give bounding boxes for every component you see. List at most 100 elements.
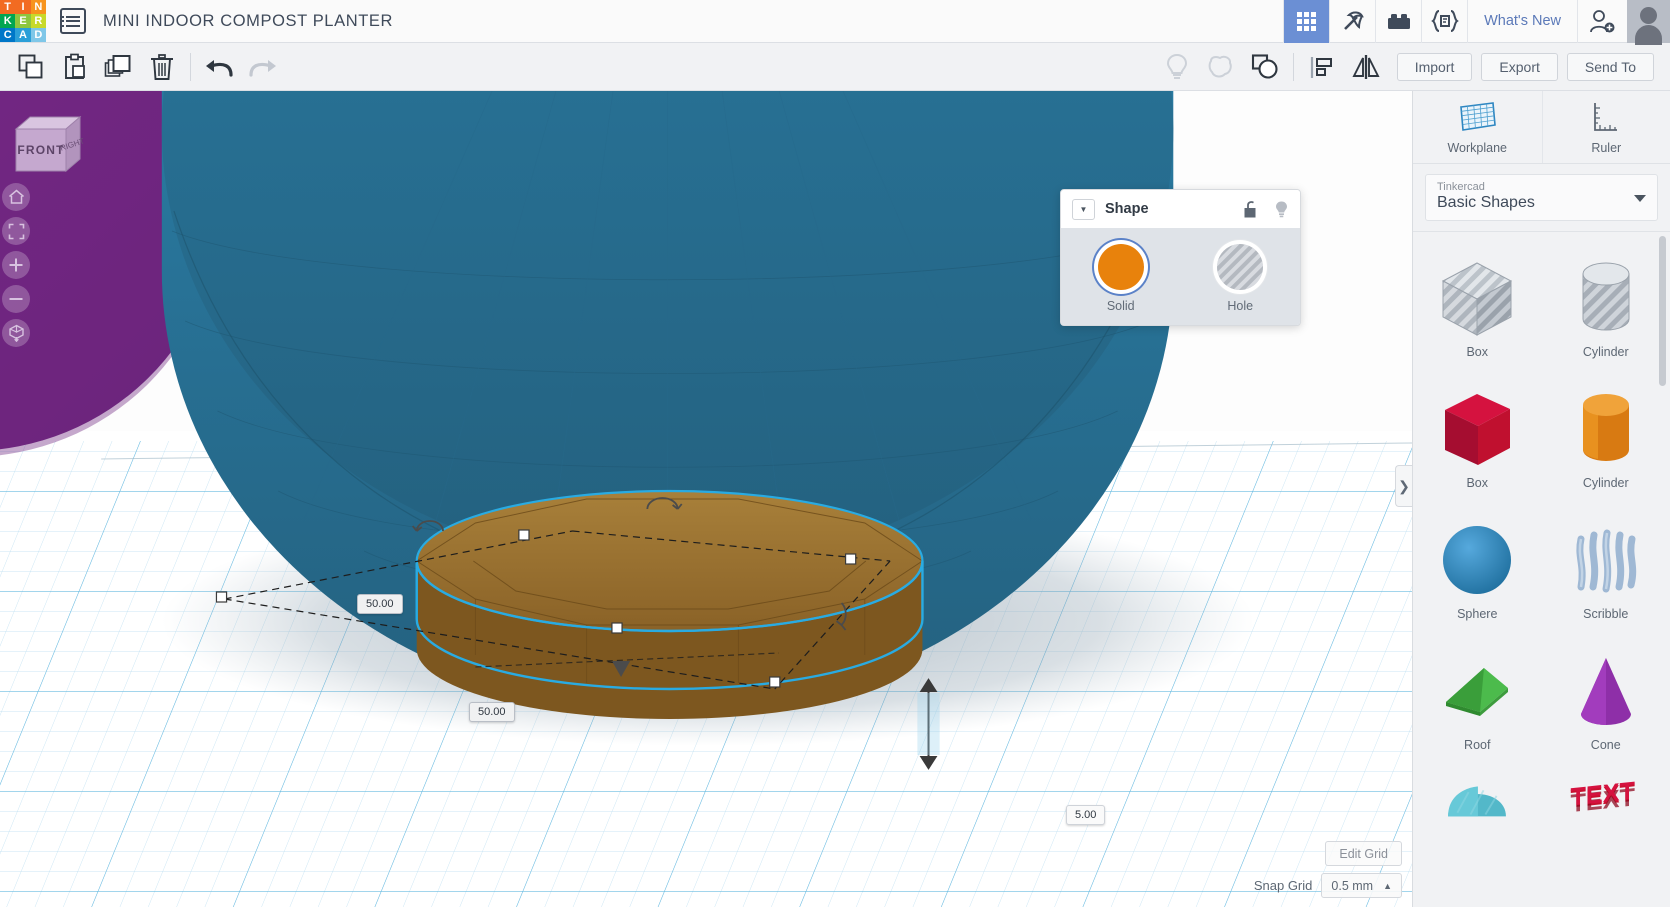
- avatar-body: [1635, 24, 1662, 45]
- view-cube[interactable]: FRONT RIGHT: [10, 111, 88, 183]
- hole-label: Hole: [1227, 299, 1254, 313]
- group-button[interactable]: [1199, 47, 1243, 87]
- delete-button[interactable]: [140, 47, 184, 87]
- design-mode-button[interactable]: [1283, 0, 1330, 43]
- ruler-tool[interactable]: Ruler: [1541, 91, 1670, 163]
- align-button[interactable]: [1300, 47, 1344, 87]
- cylinder-preview: [1582, 393, 1629, 461]
- lightbulb-icon[interactable]: [1274, 200, 1289, 219]
- shape-type-options: Solid Hole: [1061, 228, 1300, 325]
- hole-swatch: [1217, 244, 1264, 290]
- ungroup-shape-icon: [1251, 54, 1278, 79]
- wood-disc-shape: [415, 489, 924, 719]
- send-to-button[interactable]: Send To: [1566, 52, 1654, 81]
- shape-box-hole[interactable]: Box: [1413, 242, 1542, 373]
- brick-icon: [1387, 14, 1410, 29]
- dimension-width-label[interactable]: 50.00: [357, 594, 403, 614]
- shape-cylinder-hole[interactable]: Cylinder: [1542, 242, 1670, 373]
- shape-round-roof[interactable]: [1413, 766, 1542, 826]
- shape-panel-title: Shape: [1105, 201, 1149, 217]
- align-icon: [1310, 56, 1332, 78]
- mirror-button[interactable]: [1344, 47, 1388, 87]
- zoom-out-button[interactable]: [2, 285, 30, 313]
- duplicate-button[interactable]: [96, 47, 140, 87]
- shape-label: Box: [1466, 475, 1489, 490]
- solid-label: Solid: [1106, 299, 1135, 313]
- shape-cylinder[interactable]: Cylinder: [1542, 373, 1670, 504]
- hatch-pattern: [1217, 244, 1264, 290]
- shape-scribble[interactable]: Scribble: [1542, 504, 1670, 635]
- import-button[interactable]: Import: [1396, 52, 1473, 81]
- page-title: MINI INDOOR COMPOST PLANTER: [103, 11, 394, 30]
- shape-box[interactable]: Box: [1413, 373, 1542, 504]
- shape-text[interactable]: TEXT TEXT TEXT: [1542, 766, 1670, 826]
- roof-preview: [1446, 667, 1509, 716]
- cone-preview: [1580, 657, 1631, 725]
- solid-option[interactable]: Solid: [1079, 244, 1163, 313]
- app-body: FRONT RIGHT 50.00 50.00 5.00 ❯ Edit Grid…: [0, 91, 1670, 907]
- projection-toggle-button[interactable]: [2, 319, 30, 347]
- solid-swatch: [1097, 244, 1144, 290]
- tinkercad-app: T I N K E R C A D MINI INDOOR COMPOST PL…: [0, 0, 1670, 907]
- hole-option[interactable]: Hole: [1198, 244, 1282, 313]
- edit-grid-button[interactable]: Edit Grid: [1325, 841, 1402, 866]
- avatar[interactable]: [1627, 0, 1670, 45]
- tinkercad-logo[interactable]: T I N K E R C A D: [0, 0, 46, 43]
- sidebar-tools: Workplane Ruler: [1413, 91, 1670, 164]
- snap-grid-select[interactable]: 0.5 mm ▲: [1321, 873, 1402, 898]
- invite-people-button[interactable]: [1577, 0, 1627, 43]
- paste-button[interactable]: [52, 47, 96, 87]
- dimension-depth-label[interactable]: 50.00: [469, 702, 515, 722]
- shape-roof[interactable]: Roof: [1413, 635, 1542, 766]
- build-mode-button[interactable]: [1329, 0, 1375, 43]
- document-list-icon[interactable]: [60, 8, 86, 34]
- workplane-tool[interactable]: Workplane: [1413, 91, 1542, 163]
- copy-icon: [18, 54, 42, 79]
- fit-to-view-button[interactable]: [2, 217, 30, 245]
- logo-letter: K: [0, 13, 16, 29]
- bricks-mode-button[interactable]: [1375, 0, 1421, 43]
- shape-label: Cone: [1590, 737, 1621, 752]
- trash-icon: [151, 53, 173, 80]
- main-toolbar: Import Export Send To: [0, 43, 1670, 91]
- zoom-in-button[interactable]: [2, 251, 30, 279]
- shape-library-select[interactable]: Tinkercad Basic Shapes: [1425, 174, 1658, 221]
- home-view-button[interactable]: [2, 183, 30, 211]
- export-button[interactable]: Export: [1481, 52, 1558, 81]
- ungroup-button[interactable]: [1243, 47, 1287, 87]
- box-preview: [1445, 393, 1511, 465]
- collapse-panel-button[interactable]: ❯: [1395, 465, 1412, 507]
- shape-label: Cylinder: [1582, 344, 1629, 359]
- note-button[interactable]: [1155, 47, 1199, 87]
- shape-sphere[interactable]: Sphere: [1413, 504, 1542, 635]
- 3d-viewport[interactable]: FRONT RIGHT 50.00 50.00 5.00 ❯ Edit Grid…: [0, 91, 1412, 907]
- whats-new-link[interactable]: What's New: [1467, 0, 1577, 43]
- unlocked-icon[interactable]: [1243, 200, 1260, 219]
- svg-text:FRONT: FRONT: [17, 143, 64, 157]
- chevron-down-icon: ▼: [1079, 204, 1088, 214]
- shapes-scrollbar-track[interactable]: [1659, 232, 1668, 907]
- shape-label: Box: [1466, 344, 1489, 359]
- dimension-height-label[interactable]: 5.00: [1066, 805, 1106, 825]
- shapes-grid: Box Cylinder Box Cylinder Sphere Scribbl…: [1413, 232, 1670, 907]
- mirror-icon: [1352, 54, 1380, 79]
- snap-grid-label: Snap Grid: [1253, 878, 1313, 893]
- redo-button[interactable]: [241, 47, 285, 87]
- logo-letter: T: [0, 0, 16, 14]
- lightbulb-icon: [1166, 53, 1187, 79]
- shape-panel-collapse-button[interactable]: ▼: [1072, 198, 1095, 220]
- grid-controls: Edit Grid Snap Grid 0.5 mm ▲: [1254, 841, 1402, 907]
- shape-label: Roof: [1464, 737, 1491, 752]
- chevron-right-icon: ❯: [1398, 477, 1410, 494]
- sphere-preview: [1443, 525, 1512, 594]
- undo-button[interactable]: [197, 47, 241, 87]
- codeblocks-mode-button[interactable]: [1421, 0, 1467, 43]
- toolbar-divider: [190, 52, 191, 81]
- shape-label: Scribble: [1583, 606, 1629, 621]
- shapes-scrollbar-thumb[interactable]: [1659, 236, 1666, 386]
- shape-cone[interactable]: Cone: [1542, 635, 1670, 766]
- box-hole-preview: [1442, 261, 1513, 336]
- logo-letter: R: [30, 13, 46, 29]
- shape-panel-header: ▼ Shape: [1061, 190, 1300, 228]
- copy-button[interactable]: [8, 47, 52, 87]
